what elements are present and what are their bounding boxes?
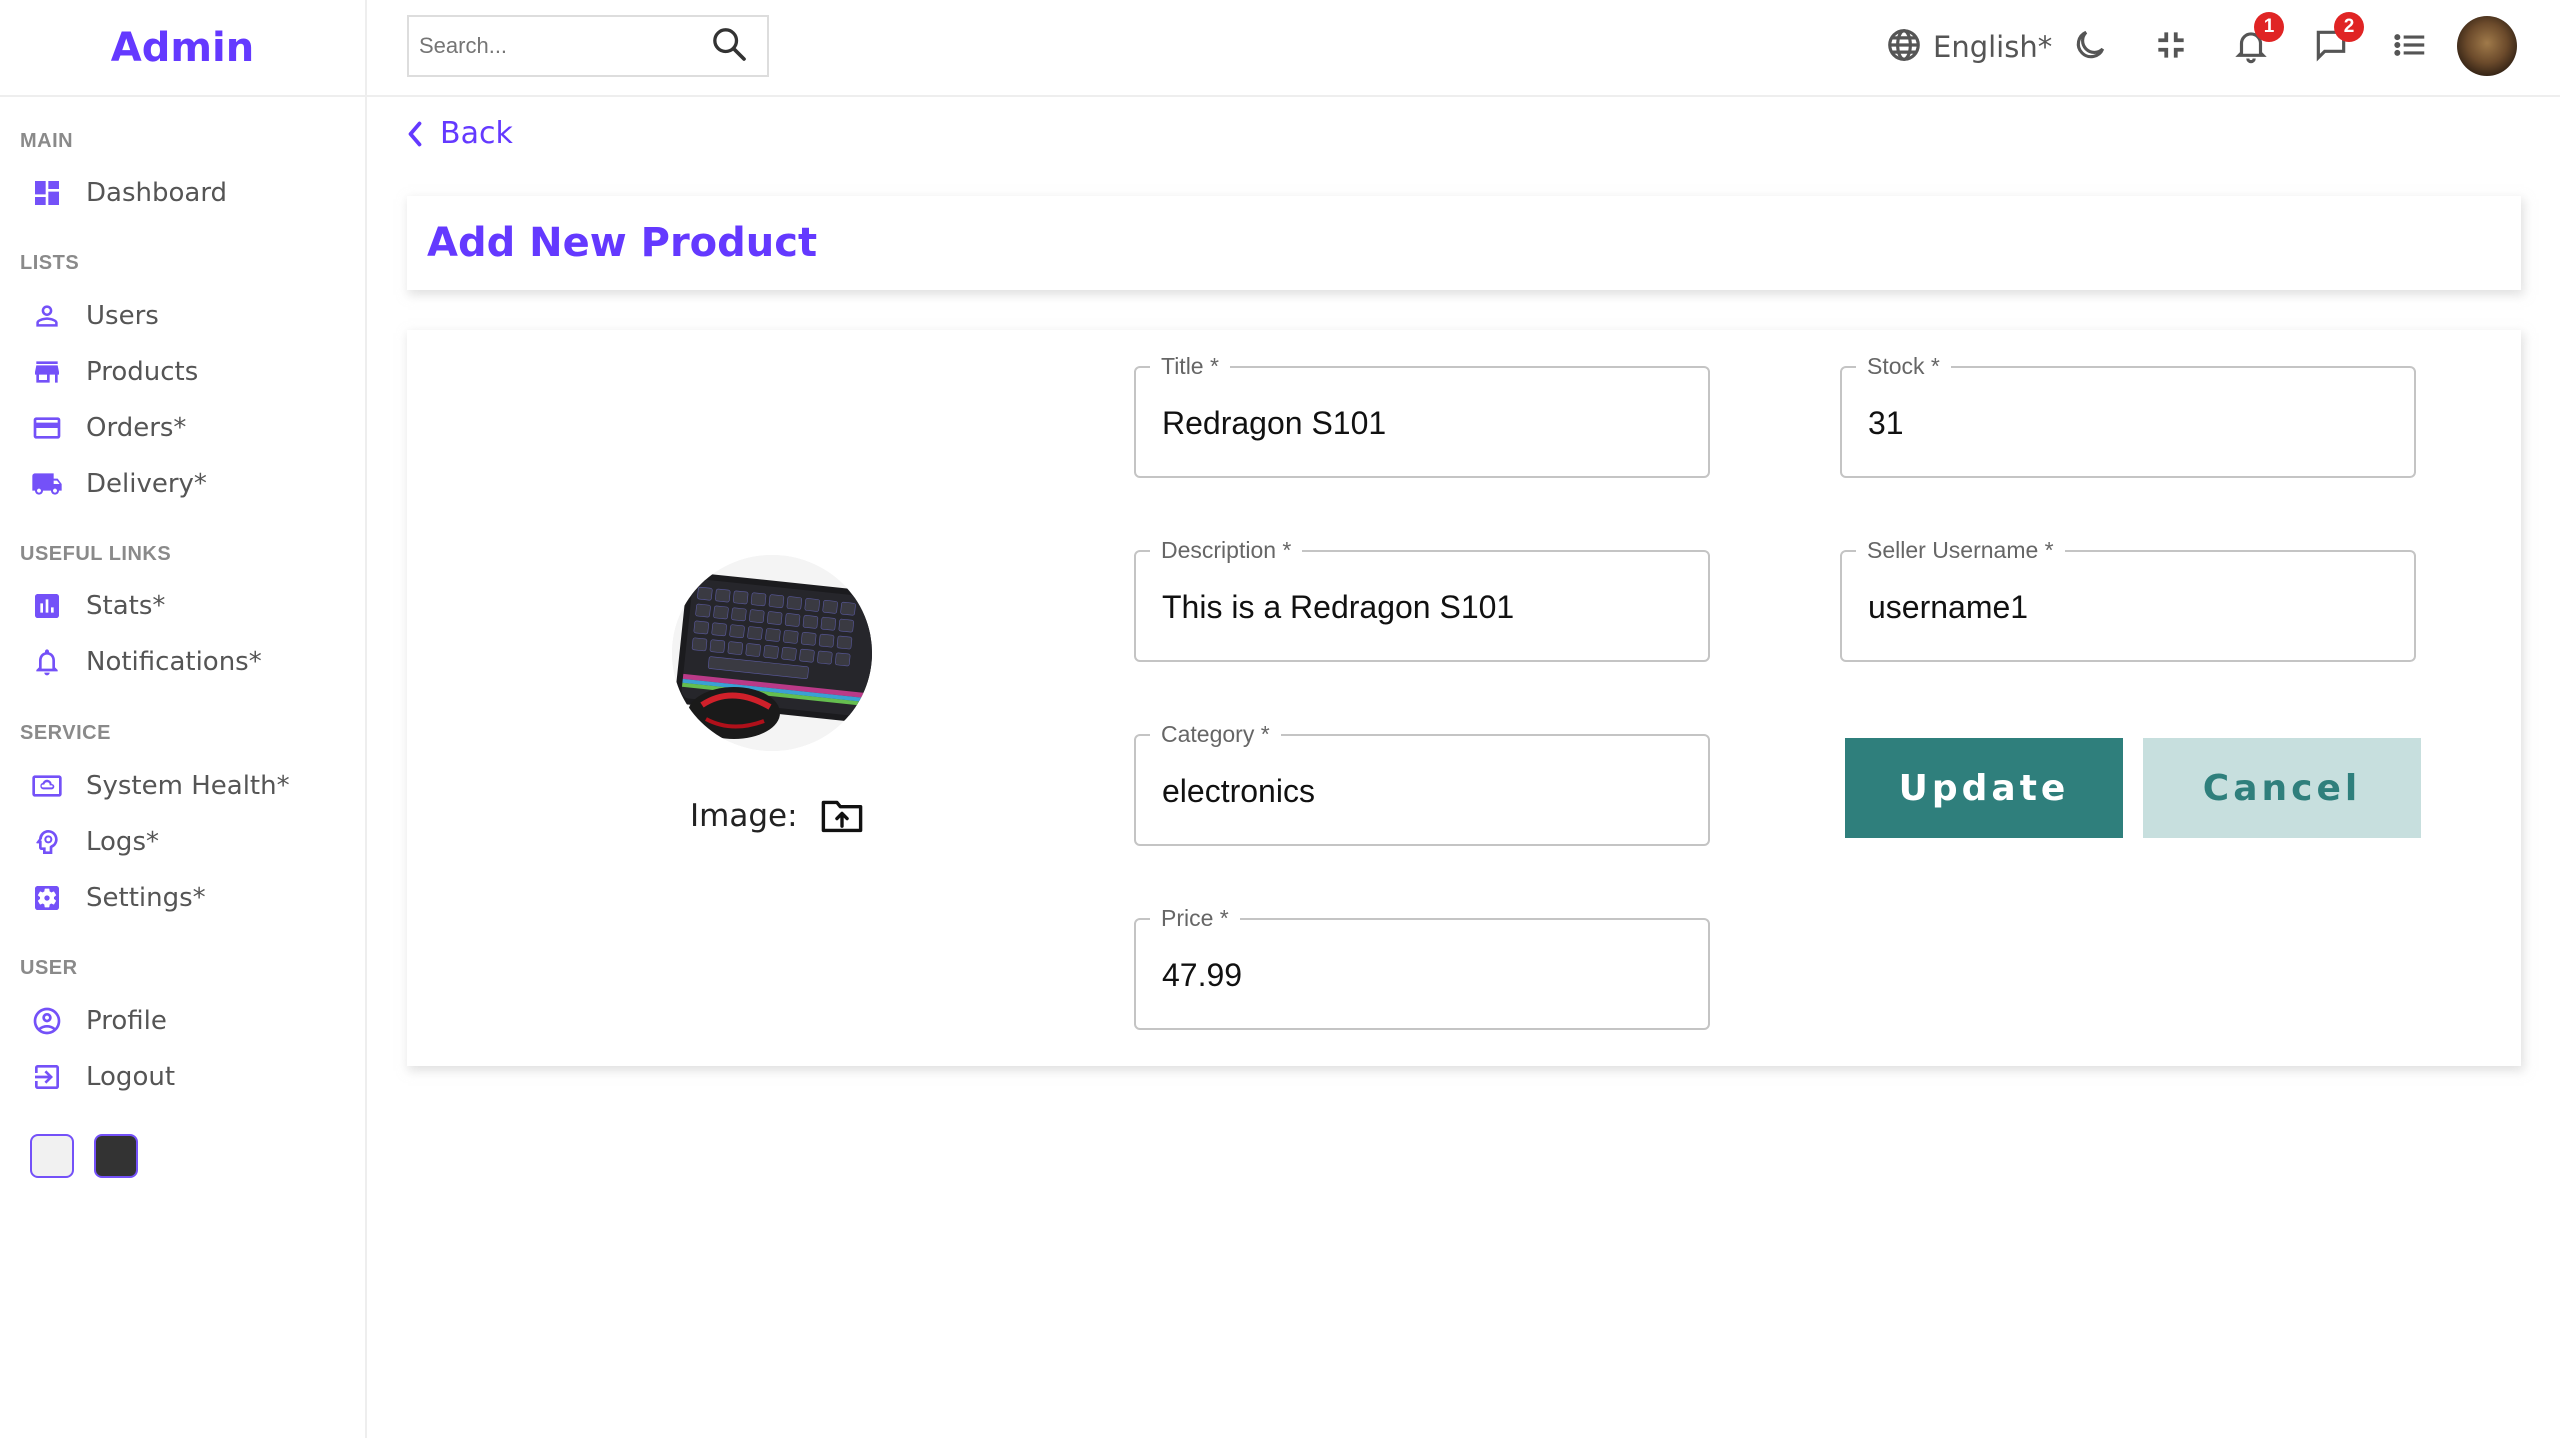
- price-input[interactable]: [1162, 950, 1682, 1000]
- stock-input[interactable]: [1868, 398, 2388, 448]
- seller-username-input[interactable]: [1868, 582, 2388, 632]
- avatar[interactable]: [2457, 16, 2517, 76]
- price-field: Price *: [1134, 905, 1710, 1030]
- settings-icon: [30, 881, 64, 915]
- price-field-label: Price *: [1150, 905, 1240, 932]
- dark-mode-toggle[interactable]: [2071, 22, 2109, 72]
- title-input[interactable]: [1162, 398, 1682, 448]
- app-title[interactable]: Admin: [111, 25, 254, 71]
- stock-field: Stock *: [1840, 353, 2416, 478]
- section-title-lists: LISTS: [20, 252, 80, 274]
- bell-icon: 1: [2232, 11, 2284, 69]
- account-circle-icon: [30, 1004, 64, 1038]
- sidebar-item-orders[interactable]: Orders*: [30, 405, 186, 451]
- sidebar: Admin MAIN Dashboard LISTS Users Product…: [0, 0, 367, 1438]
- sidebar-item-label: Stats*: [86, 591, 166, 621]
- seller-username-field: Seller Username *: [1840, 537, 2416, 662]
- category-input[interactable]: [1162, 766, 1682, 816]
- sidebar-item-label: Notifications*: [86, 647, 262, 677]
- description-input[interactable]: [1162, 582, 1682, 632]
- sidebar-item-label: Dashboard: [86, 178, 228, 208]
- logout-icon: [30, 1060, 64, 1094]
- user-icon: [30, 299, 64, 333]
- product-image: [672, 555, 872, 751]
- brain-icon: [30, 825, 64, 859]
- sidebar-item-settings[interactable]: Settings*: [30, 875, 206, 921]
- seller-username-field-label: Seller Username *: [1856, 537, 2065, 564]
- sidebar-item-label: Users: [86, 301, 159, 331]
- sidebar-item-label: Logs*: [86, 827, 159, 857]
- sidebar-item-label: Orders*: [86, 413, 187, 443]
- theme-swatch-light[interactable]: [30, 1134, 74, 1178]
- sidebar-item-label: Profile: [86, 1006, 167, 1036]
- sidebar-item-label: Products: [86, 357, 199, 387]
- image-upload: Image:: [690, 796, 864, 836]
- sidebar-item-logout[interactable]: Logout: [30, 1054, 175, 1100]
- title-field: Title *: [1134, 353, 1710, 478]
- description-field-label: Description *: [1150, 537, 1303, 564]
- section-title-service: SERVICE: [20, 722, 111, 744]
- title-field-label: Title *: [1150, 353, 1230, 380]
- topbar: English* 1 2: [367, 0, 2560, 97]
- fullscreen-exit-icon: [2152, 26, 2190, 69]
- messages-badge: 2: [2334, 11, 2364, 42]
- list-icon: [2391, 26, 2429, 69]
- logo[interactable]: Admin: [0, 0, 365, 97]
- search-input[interactable]: [419, 33, 709, 59]
- search-box: [407, 15, 769, 77]
- fullscreen-exit-button[interactable]: [2152, 22, 2190, 72]
- sidebar-item-label: System Health*: [86, 771, 290, 801]
- sidebar-item-users[interactable]: Users: [30, 293, 159, 339]
- sidebar-item-stats[interactable]: Stats*: [30, 583, 165, 629]
- moon-icon: [2071, 26, 2109, 69]
- section-title-main: MAIN: [20, 130, 74, 152]
- sidebar-item-dashboard[interactable]: Dashboard: [30, 170, 227, 216]
- credit-card-icon: [30, 411, 64, 445]
- chat-icon: 2: [2312, 11, 2364, 69]
- cancel-button[interactable]: Cancel: [2143, 738, 2421, 838]
- update-button[interactable]: Update: [1845, 738, 2123, 838]
- chart-icon: [30, 589, 64, 623]
- back-label: Back: [440, 116, 513, 151]
- dashboard-icon: [30, 176, 64, 210]
- back-link[interactable]: Back: [404, 116, 513, 151]
- truck-icon: [30, 467, 64, 501]
- sidebar-item-profile[interactable]: Profile: [30, 998, 167, 1044]
- list-menu-button[interactable]: [2391, 22, 2429, 72]
- section-title-useful-links: USEFUL LINKS: [20, 543, 172, 565]
- theme-swatch-dark[interactable]: [94, 1134, 138, 1178]
- folder-upload-icon[interactable]: [820, 796, 864, 836]
- language-label: English*: [1933, 30, 2053, 64]
- notifications-button[interactable]: 1: [2232, 11, 2284, 72]
- page-title: Add New Product: [427, 220, 818, 266]
- search-icon[interactable]: [709, 24, 749, 69]
- bell-icon: [30, 645, 64, 679]
- image-label: Image:: [690, 798, 798, 834]
- category-field: Category *: [1134, 721, 1710, 846]
- stock-field-label: Stock *: [1856, 353, 1951, 380]
- section-title-user: USER: [20, 957, 78, 979]
- sidebar-item-label: Settings*: [86, 883, 206, 913]
- notifications-badge: 1: [2254, 11, 2284, 42]
- description-field: Description *: [1134, 537, 1710, 662]
- globe-icon: [1885, 26, 1923, 69]
- sidebar-item-label: Logout: [86, 1062, 176, 1092]
- chevron-left-icon: [408, 121, 422, 146]
- category-field-label: Category *: [1150, 721, 1281, 748]
- sidebar-item-delivery[interactable]: Delivery*: [30, 461, 207, 507]
- cloud-icon: [30, 769, 64, 803]
- language-selector[interactable]: English*: [1885, 22, 2052, 72]
- sidebar-item-label: Delivery*: [86, 469, 207, 499]
- messages-button[interactable]: 2: [2312, 11, 2364, 72]
- store-icon: [30, 355, 64, 389]
- sidebar-item-logs[interactable]: Logs*: [30, 819, 159, 865]
- sidebar-item-notifications[interactable]: Notifications*: [30, 639, 262, 685]
- sidebar-item-system-health[interactable]: System Health*: [30, 763, 290, 809]
- page-title-card: Add New Product: [407, 196, 2521, 290]
- sidebar-item-products[interactable]: Products: [30, 349, 198, 395]
